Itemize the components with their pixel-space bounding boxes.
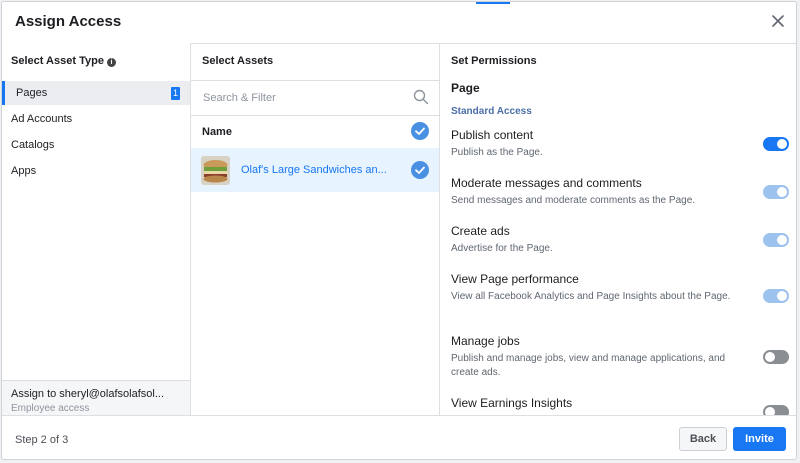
search-bar [191, 80, 439, 116]
count-badge: 1 [171, 87, 180, 100]
page-label: Page [451, 81, 480, 95]
manage-jobs-toggle[interactable] [763, 350, 789, 364]
step-indicator: Step 2 of 3 [15, 434, 69, 446]
permission-create-ads: Create ads Advertise for the Page. [451, 224, 751, 256]
toggle-knob [777, 187, 787, 197]
asset-name: Olaf's Large Sandwiches an... [241, 164, 387, 176]
permission-title: Create ads [451, 224, 510, 238]
asset-type-column: Select Asset Type i Pages 1 Ad Accounts C… [2, 43, 191, 416]
permissions-heading: Set Permissions [451, 55, 537, 67]
permission-publish-content: Publish content Publish as the Page. [451, 128, 751, 160]
toggle-knob [765, 407, 775, 415]
asset-type-heading: Select Asset Type i [11, 55, 116, 67]
standard-access-label: Standard Access [451, 106, 532, 117]
permissions-column: Set Permissions Page Standard Access Pub… [440, 43, 796, 415]
asset-type-label: Catalogs [11, 139, 55, 151]
search-input[interactable] [201, 89, 405, 107]
assets-column: Select Assets Name [191, 43, 440, 415]
asset-type-apps[interactable]: Apps [2, 159, 190, 183]
asset-type-label: Ad Accounts [11, 113, 73, 125]
view-page-performance-toggle[interactable] [763, 289, 789, 303]
toggle-knob [765, 352, 775, 362]
dialog-footer: Step 2 of 3 Back Invite [2, 415, 796, 459]
permission-desc: View all Facebook Analytics and Page Ins… [451, 291, 731, 302]
back-button[interactable]: Back [679, 427, 727, 451]
asset-type-pages[interactable]: Pages 1 [2, 81, 190, 105]
dialog-title: Assign Access [15, 13, 122, 30]
assign-to-email: Assign to sheryl@olafsolafsol... [11, 388, 165, 400]
asset-type-label: Apps [11, 165, 37, 177]
permission-title: View Earnings Insights [451, 396, 573, 410]
select-all-checkbox[interactable] [411, 122, 429, 140]
dialog-header: Assign Access [2, 2, 796, 44]
permission-desc: Publish and manage jobs, view and manage… [451, 353, 726, 378]
permission-title: Publish content [451, 128, 534, 142]
permission-moderate-messages: Moderate messages and comments Send mess… [451, 176, 751, 208]
asset-type-ad-accounts[interactable]: Ad Accounts [2, 107, 190, 131]
permission-desc: Send messages and moderate comments as t… [451, 195, 696, 206]
asset-row[interactable]: Olaf's Large Sandwiches an... [191, 148, 439, 192]
asset-type-catalogs[interactable]: Catalogs [2, 133, 190, 157]
dialog-body: Select Asset Type i Pages 1 Ad Accounts C… [2, 43, 796, 416]
info-icon[interactable]: i [106, 58, 116, 67]
close-icon[interactable] [768, 11, 788, 31]
assign-role: Employee access [11, 403, 90, 414]
toggle-knob [777, 235, 787, 245]
permission-title: Moderate messages and comments [451, 176, 642, 190]
asset-checkbox[interactable] [411, 161, 429, 179]
assets-heading: Select Assets [202, 55, 274, 67]
assign-to-panel: Assign to sheryl@olafsolafsol... Employe… [2, 380, 190, 416]
invite-button[interactable]: Invite [733, 427, 786, 451]
sandwich-thumbnail-icon [201, 156, 230, 185]
permission-view-page-performance: View Page performance View all Facebook … [451, 272, 741, 304]
toggle-knob [777, 139, 787, 149]
create-ads-toggle[interactable] [763, 233, 789, 247]
search-icon[interactable] [413, 89, 429, 105]
publish-content-toggle[interactable] [763, 137, 789, 151]
permission-desc: Advertise for the Page. [451, 243, 553, 254]
permission-title: View Page performance [451, 272, 579, 286]
asset-type-label: Pages [16, 87, 48, 99]
assign-access-dialog: Assign Access Select Asset Type i Pages 1… [1, 1, 797, 460]
permission-view-earnings-insights: View Earnings Insights [451, 396, 751, 411]
moderate-messages-toggle[interactable] [763, 185, 789, 199]
name-header-label: Name [202, 126, 232, 138]
toggle-knob [777, 291, 787, 301]
asset-type-heading-text: Select Asset Type [11, 55, 104, 67]
permission-desc: Publish as the Page. [451, 147, 543, 158]
name-column-header: Name [191, 115, 439, 148]
permission-manage-jobs: Manage jobs Publish and manage jobs, vie… [451, 334, 743, 380]
view-earnings-insights-toggle[interactable] [763, 405, 789, 415]
permission-title: Manage jobs [451, 334, 520, 348]
